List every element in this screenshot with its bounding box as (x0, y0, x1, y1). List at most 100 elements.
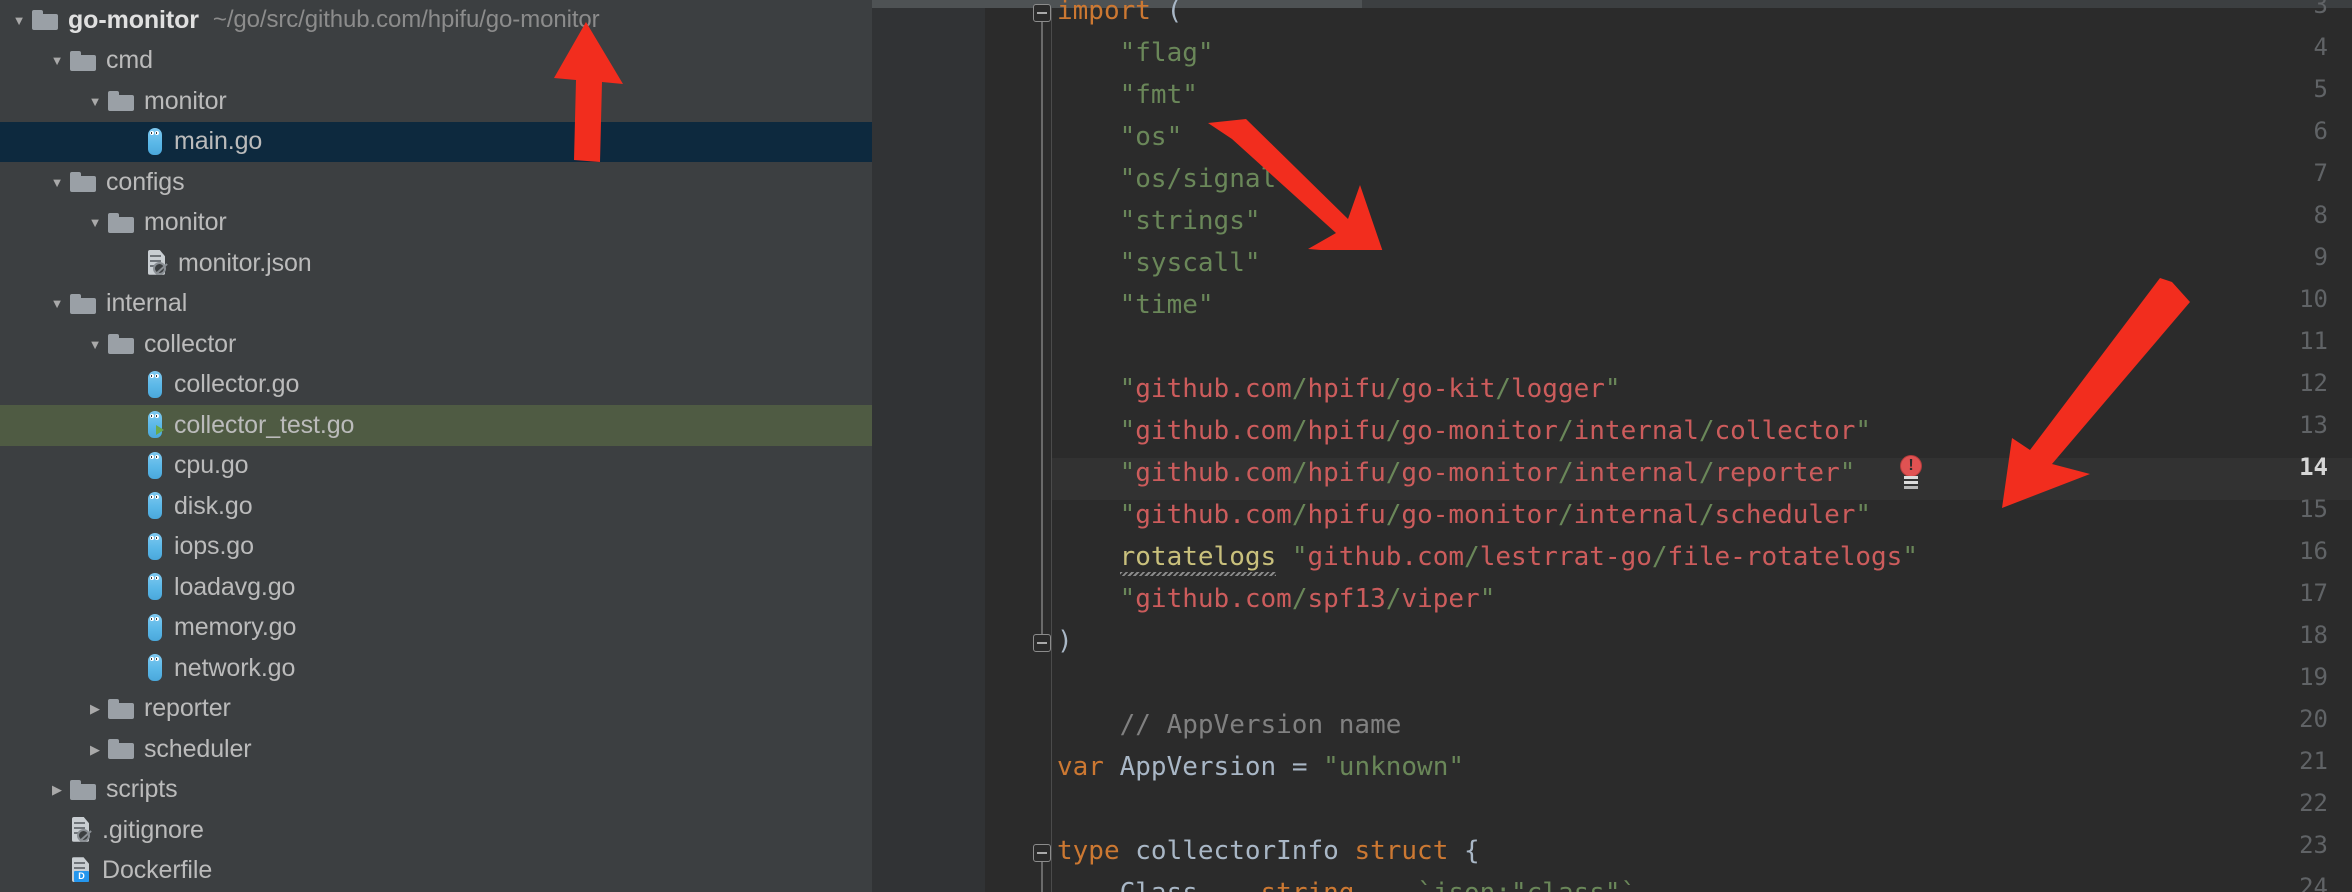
tree-row[interactable]: DDockerfile (0, 851, 872, 892)
indent (1057, 122, 1120, 152)
path-separator: / (1292, 416, 1308, 446)
keyword-type: type (1057, 836, 1120, 866)
code-line[interactable]: ) (1057, 626, 1073, 656)
error-lightbulb-icon[interactable] (1896, 455, 1926, 489)
paren: ( (1167, 0, 1183, 26)
line-number[interactable]: 24 (2208, 873, 2328, 892)
code-line[interactable]: "time" (1057, 290, 1214, 320)
tree-row[interactable]: main.go (0, 122, 872, 163)
tree-row[interactable]: ▼go-monitor~/go/src/github.com/hpifu/go-… (0, 0, 872, 41)
tree-row[interactable]: cpu.go (0, 446, 872, 487)
chevron-right-icon[interactable]: ▶ (82, 729, 108, 769)
fold-import-icon[interactable] (1033, 4, 1051, 22)
import-segment: spf13 (1307, 584, 1385, 614)
tree-row[interactable]: iops.go (0, 527, 872, 568)
docker-file-icon: D (70, 857, 92, 884)
line-number[interactable]: 19 (2208, 663, 2328, 691)
chevron-down-icon[interactable]: ▼ (44, 41, 70, 81)
line-number[interactable]: 21 (2208, 747, 2328, 775)
line-number[interactable]: 9 (2208, 243, 2328, 271)
code-line[interactable]: "github.com/spf13/viper" (1057, 584, 1495, 614)
chevron-down-icon[interactable]: ▼ (6, 0, 32, 40)
folder-icon (108, 91, 134, 111)
tree-row[interactable]: collector.go (0, 365, 872, 406)
code-line[interactable]: type collectorInfo struct { (1057, 836, 1480, 866)
tree-row[interactable]: ▼configs (0, 162, 872, 203)
path-separator: / (1699, 500, 1715, 530)
code-line[interactable]: "os/signal" (1057, 164, 1292, 194)
line-number[interactable]: 7 (2208, 159, 2328, 187)
folder-shape (32, 14, 58, 30)
line-number[interactable]: 10 (2208, 285, 2328, 313)
quote-open: " (1120, 416, 1136, 446)
code-line[interactable]: "syscall" (1057, 248, 1261, 278)
line-number[interactable]: 18 (2208, 621, 2328, 649)
code-line[interactable]: "fmt" (1057, 80, 1198, 110)
code-line[interactable]: "github.com/hpifu/go-kit/logger" (1057, 374, 1621, 404)
line-number[interactable]: 8 (2208, 201, 2328, 229)
chevron-down-icon[interactable]: ▼ (44, 284, 70, 324)
chevron-right-icon[interactable]: ▶ (82, 689, 108, 729)
line-number[interactable]: 13 (2208, 411, 2328, 439)
chevron-right-icon[interactable]: ▶ (44, 770, 70, 810)
ide-window: ▼go-monitor~/go/src/github.com/hpifu/go-… (0, 0, 2352, 892)
line-number-gutter[interactable] (872, 8, 985, 892)
tree-item-label: go-monitor (68, 6, 199, 35)
line-number[interactable]: 5 (2208, 75, 2328, 103)
line-number[interactable]: 17 (2208, 579, 2328, 607)
code-line[interactable]: "strings" (1057, 206, 1261, 236)
tree-row[interactable]: ▼monitor (0, 81, 872, 122)
line-number[interactable]: 16 (2208, 537, 2328, 565)
code-editor[interactable]: 3 4 5 6 7 8 9 10 11 12 13 14 15 16 17 18 19 20 21 22 23 24 im… (872, 0, 2352, 892)
code-line[interactable]: "github.com/hpifu/go-monitor/internal/co… (1057, 416, 1871, 446)
project-tree-panel[interactable]: ▼go-monitor~/go/src/github.com/hpifu/go-… (0, 0, 872, 892)
tree-row[interactable]: ▼ internal (0, 284, 872, 325)
line-number[interactable]: 4 (2208, 33, 2328, 61)
tree-row[interactable]: .gitignore (0, 810, 872, 851)
code-line[interactable]: "github.com/hpifu/go-monitor/internal/sc… (1057, 500, 1871, 530)
line-number[interactable]: 15 (2208, 495, 2328, 523)
gopher-shape (148, 492, 162, 519)
tree-row[interactable]: disk.go (0, 486, 872, 527)
tree-row[interactable]: ▼collector (0, 324, 872, 365)
code-line[interactable]: "github.com/hpifu/go-monitor/internal/re… (1057, 458, 1855, 488)
code-line[interactable]: Class string `json:"class"` (1057, 878, 1636, 892)
tree-row[interactable]: loadavg.go (0, 567, 872, 608)
code-line[interactable]: "flag" (1057, 38, 1214, 68)
line-number[interactable]: 3 (2208, 0, 2328, 19)
line-number[interactable]: 22 (2208, 789, 2328, 817)
tree-row[interactable]: ▼monitor (0, 203, 872, 244)
line-number[interactable]: 14 (2208, 453, 2328, 481)
chevron-down-icon[interactable]: ▼ (82, 324, 108, 364)
code-line[interactable]: import ( (1057, 0, 1182, 26)
tree-row[interactable]: ▼cmd (0, 41, 872, 82)
fold-stripe (1051, 8, 1052, 892)
fold-import-end-icon[interactable] (1033, 634, 1051, 652)
indent (1057, 248, 1120, 278)
import-string: "time" (1120, 290, 1214, 320)
folder-shape (70, 176, 96, 192)
line-number[interactable]: 11 (2208, 327, 2328, 355)
tree-row[interactable]: ▶reporter (0, 689, 872, 730)
fold-struct-icon[interactable] (1033, 844, 1051, 862)
tree-item-label: internal (106, 289, 187, 318)
tree-row[interactable]: ▶scripts (0, 770, 872, 811)
tree-row[interactable]: ▶scheduler (0, 729, 872, 770)
line-number[interactable]: 12 (2208, 369, 2328, 397)
code-line[interactable]: "os" (1057, 122, 1182, 152)
chevron-down-icon[interactable]: ▼ (44, 162, 70, 202)
tree-row[interactable]: monitor.json (0, 243, 872, 284)
tree-row[interactable]: collector_test.go (0, 405, 872, 446)
code-line[interactable]: // AppVersion name (1057, 710, 1401, 740)
chevron-down-icon[interactable]: ▼ (82, 81, 108, 121)
tree-row[interactable]: memory.go (0, 608, 872, 649)
line-number[interactable]: 23 (2208, 831, 2328, 859)
chevron-down-icon[interactable]: ▼ (82, 203, 108, 243)
line-number[interactable]: 20 (2208, 705, 2328, 733)
path-separator: / (1386, 500, 1402, 530)
code-line[interactable]: var AppVersion = "unknown" (1057, 752, 1464, 782)
code-line[interactable]: rotatelogs "github.com/lestrrat-go/file-… (1057, 542, 1918, 572)
bulb-base (1904, 476, 1918, 479)
line-number[interactable]: 6 (2208, 117, 2328, 145)
tree-row[interactable]: network.go (0, 648, 872, 689)
